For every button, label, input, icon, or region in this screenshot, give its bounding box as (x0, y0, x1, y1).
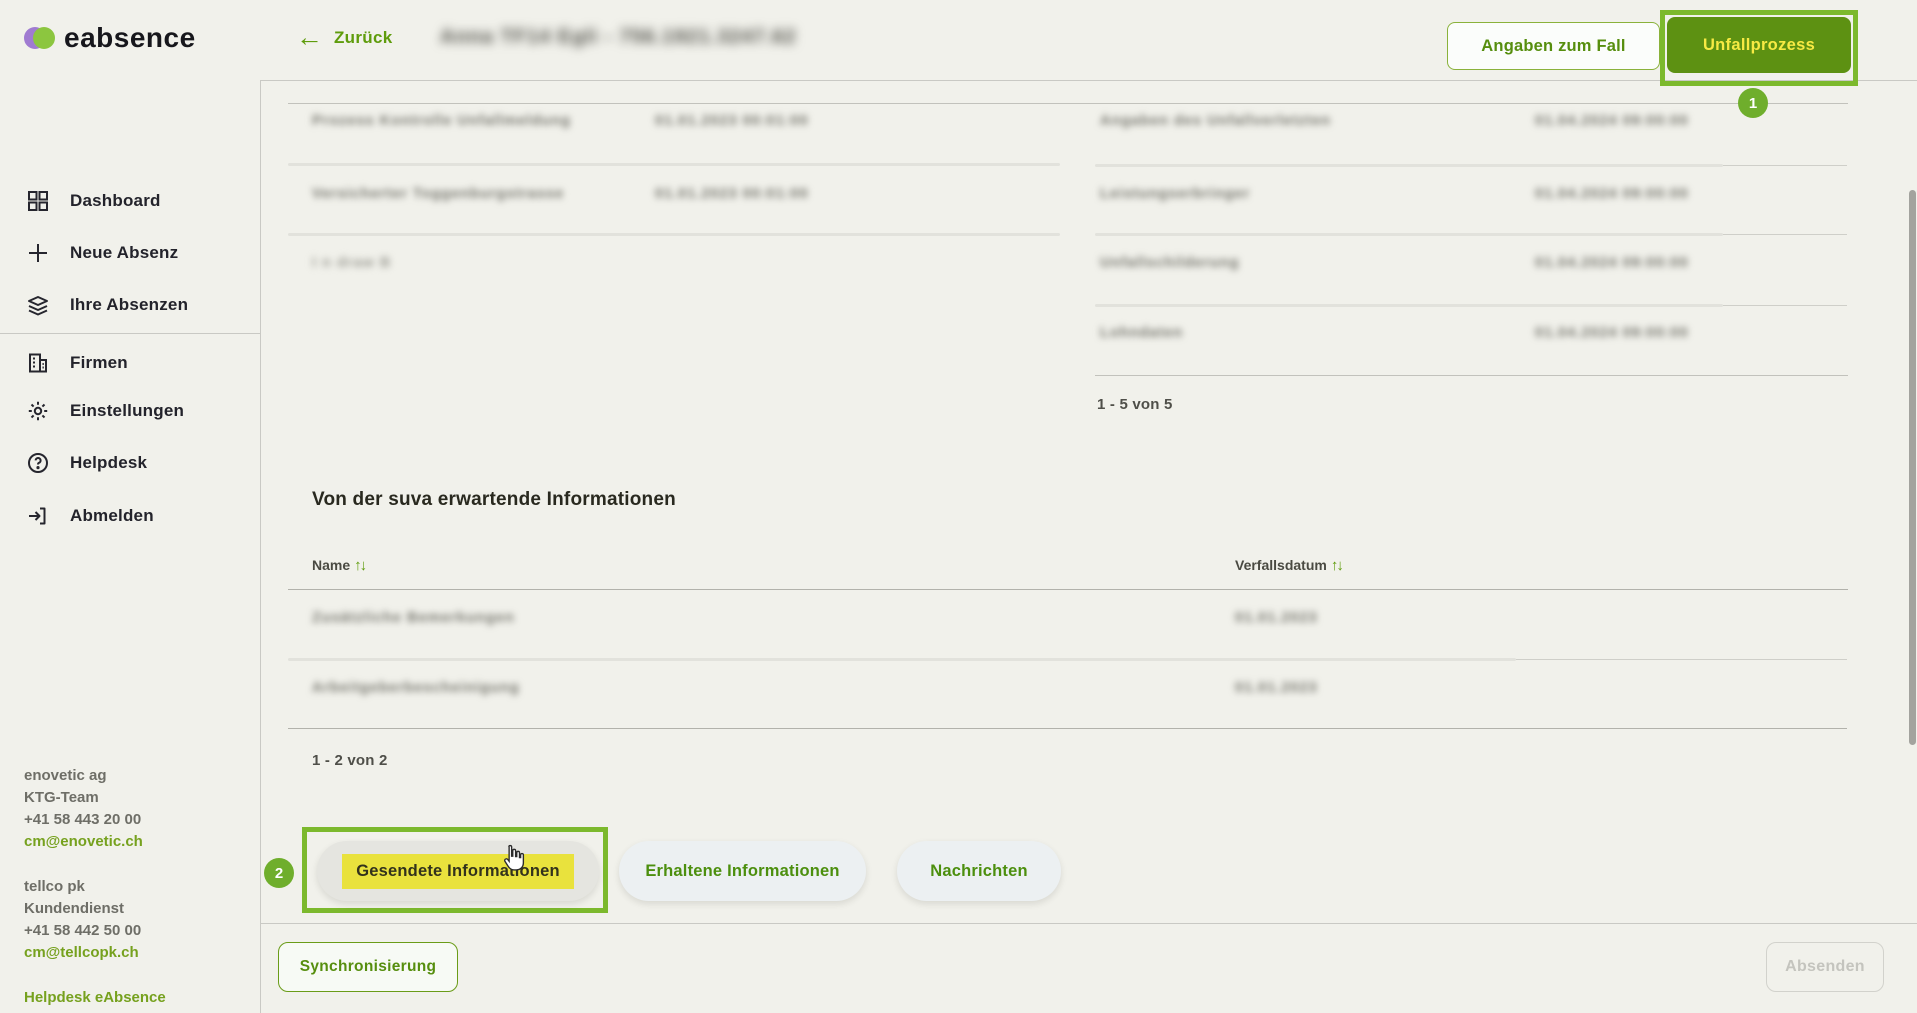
section-heading: Von der suva erwartende Informationen (312, 489, 676, 511)
table-header-border (288, 589, 1848, 590)
contact-company: enovetic ag (24, 765, 244, 787)
layers-icon (26, 293, 50, 317)
mouse-cursor-icon (499, 843, 525, 873)
expected-row-date: 01.01.2023 (1235, 680, 1318, 696)
sidebar-divider (0, 333, 260, 334)
bottom-divider (260, 923, 1917, 924)
table-bottom-border (1095, 375, 1848, 376)
tab-gesendete-informationen[interactable]: Gesendete Informationen (317, 841, 599, 901)
back-arrow-icon[interactable]: ← (296, 22, 323, 53)
eabsence-logo-icon (24, 23, 54, 53)
scrollbar-thumb[interactable] (1909, 190, 1916, 745)
tab-label: Erhaltene Informationen (645, 862, 839, 881)
dashboard-grid-icon (26, 189, 50, 213)
sidebar-item-label: Einstellungen (70, 401, 184, 421)
table-bottom-border (288, 728, 1847, 729)
sidebar-item-abmelden[interactable]: Abmelden (0, 501, 260, 531)
logout-icon (26, 504, 50, 528)
page-title-redacted: Anna TF14 Egli - 756.1921.3247.62 (440, 26, 797, 49)
sidebar-contact-block: enovetic ag KTG-Team +41 58 443 20 00 cm… (24, 765, 244, 1009)
row-separator (1723, 305, 1847, 306)
sidebar-item-label: Ihre Absenzen (70, 295, 188, 315)
process-row-date: 01.01.2023 00:01:00 (655, 113, 809, 129)
process-row-name: Lohndaten (1100, 325, 1183, 341)
pagination-right-table: 1 - 5 von 5 (1097, 396, 1173, 413)
contact-company: tellco pk (24, 876, 244, 898)
row-separator (288, 233, 1060, 236)
row-separator (288, 658, 1516, 661)
row-separator (1095, 164, 1723, 167)
expected-row-date: 01.01.2023 (1235, 610, 1318, 626)
table-top-border (288, 103, 1848, 104)
pagination-expected-table: 1 - 2 von 2 (312, 752, 388, 769)
contact-phone: +41 58 442 50 00 (24, 920, 244, 942)
process-row-date: 01.04.2024 09:00:00 (1535, 255, 1689, 271)
unfallprozess-button[interactable]: Unfallprozess (1667, 17, 1851, 73)
tab-label: Nachrichten (930, 862, 1028, 881)
annotation-badge-1: 1 (1738, 88, 1768, 118)
contact-team: Kundendienst (24, 898, 244, 920)
building-icon (26, 351, 50, 375)
absenden-button[interactable]: Absenden (1766, 942, 1884, 992)
plus-icon (26, 241, 50, 265)
brand-logo[interactable]: eabsence (24, 22, 196, 54)
angaben-zum-fall-button[interactable]: Angaben zum Fall (1447, 22, 1660, 70)
tab-erhaltene-informationen[interactable]: Erhaltene Informationen (619, 841, 866, 901)
process-row-date: 01.04.2024 09:00:00 (1535, 113, 1689, 129)
process-row-name: Unfallschilderung (1100, 255, 1239, 271)
row-separator (1723, 165, 1847, 166)
gear-icon (26, 399, 50, 423)
row-separator (1516, 659, 1847, 660)
helpdesk-eabsence-link[interactable]: Helpdesk eAbsence (24, 987, 244, 1009)
row-separator (1723, 234, 1847, 235)
row-separator (1095, 233, 1723, 236)
process-row-name: Prozess Kontrolle Unfallmeldung (312, 113, 571, 129)
sidebar-item-label: Firmen (70, 353, 128, 373)
column-header-verfallsdatum[interactable]: Verfallsdatum↑↓ (1235, 557, 1342, 574)
process-row-date: 01.04.2024 09:00:00 (1535, 186, 1689, 202)
contact-phone: +41 58 443 20 00 (24, 809, 244, 831)
expected-row-name: Zusätzliche Bemerkungen (312, 610, 515, 626)
column-header-name[interactable]: Name↑↓ (312, 557, 365, 574)
process-row-date: 01.04.2024 09:00:00 (1535, 325, 1689, 341)
tab-label: Gesendete Informationen (356, 862, 560, 880)
app-window: eabsence Dashboard Neue Absenz (0, 0, 1917, 1013)
sort-arrows-icon: ↑↓ (354, 557, 365, 574)
sidebar-item-label: Abmelden (70, 506, 154, 526)
annotation-badge-2: 2 (264, 858, 294, 888)
contact-email-link[interactable]: cm@enovetic.ch (24, 831, 244, 853)
process-row-name: Angaben des Unfallverletzten (1100, 113, 1331, 129)
contact-email-link[interactable]: cm@tellcopk.ch (24, 942, 244, 964)
sidebar-item-helpdesk[interactable]: Helpdesk (0, 448, 260, 478)
tab-nachrichten[interactable]: Nachrichten (897, 841, 1061, 901)
process-row-name: Versicherter Toggenburgstrasse (312, 186, 564, 202)
contact-team: KTG-Team (24, 787, 244, 809)
back-link[interactable]: Zurück (334, 28, 392, 48)
row-separator (288, 163, 1060, 166)
highlight-yellow: Gesendete Informationen (342, 854, 574, 889)
brand-name: eabsence (64, 22, 196, 54)
process-row-date: 01.01.2023 00:01:00 (655, 186, 809, 202)
row-separator (1095, 304, 1723, 307)
question-icon (26, 451, 50, 475)
sidebar-item-neue-absenz[interactable]: Neue Absenz (0, 238, 260, 268)
sidebar: eabsence Dashboard Neue Absenz (0, 0, 261, 1013)
process-row-name: Leistungserbringer (1100, 186, 1250, 202)
sidebar-item-label: Neue Absenz (70, 243, 178, 263)
expected-row-name: Arbeitgeberbescheinigung (312, 680, 520, 696)
sidebar-item-label: Dashboard (70, 191, 161, 211)
sort-arrows-icon: ↑↓ (1331, 557, 1342, 574)
process-row-name: I n draw B (312, 255, 391, 271)
sidebar-item-dashboard[interactable]: Dashboard (0, 186, 260, 216)
sidebar-item-firmen[interactable]: Firmen (0, 348, 260, 378)
sidebar-item-einstellungen[interactable]: Einstellungen (0, 396, 260, 426)
sidebar-item-label: Helpdesk (70, 453, 147, 473)
sidebar-item-ihre-absenzen[interactable]: Ihre Absenzen (0, 290, 260, 320)
synchronisierung-button[interactable]: Synchronisierung (278, 942, 458, 992)
